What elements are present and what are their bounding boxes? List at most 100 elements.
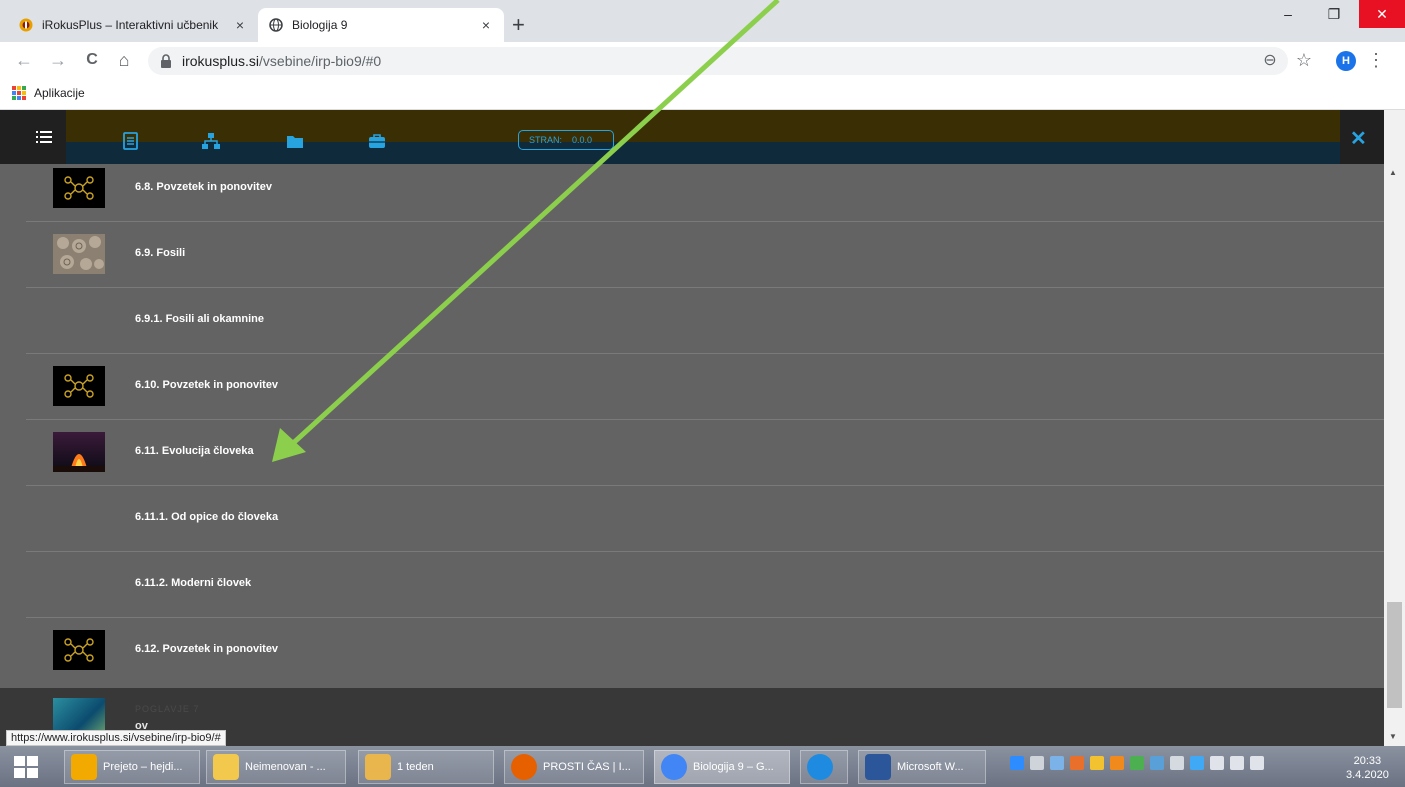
toc-item-label: 6.10. Povzetek in ponovitev <box>135 379 279 391</box>
internet-explorer-icon <box>807 754 833 780</box>
toc-item[interactable]: 6.8. Povzetek in ponovitev <box>26 164 1384 222</box>
monitor-tray-icon[interactable] <box>1170 756 1184 770</box>
app-toolbar: STRAN: 0.0.0 <box>66 110 1340 164</box>
irokus-favicon-icon <box>18 17 34 33</box>
battery-tray-icon[interactable] <box>1210 756 1224 770</box>
tab-biologija-9[interactable]: Biologija 9 × <box>258 8 504 42</box>
security-tray-icon[interactable] <box>1090 756 1104 770</box>
taskbar: Prejeto – hejdi... Neimenovan - ... 1 te… <box>0 746 1405 787</box>
word-icon <box>865 754 891 780</box>
lock-icon <box>161 54 171 68</box>
reload-button[interactable]: C <box>80 48 104 72</box>
app-close-button[interactable]: ✕ <box>1350 126 1367 151</box>
taskbar-item-label: Neimenovan - ... <box>245 761 326 773</box>
window-controls: – ❐ ✕ <box>1265 0 1405 28</box>
volume-tray-icon[interactable] <box>1250 756 1264 770</box>
scroll-down-icon[interactable]: ▼ <box>1389 732 1397 741</box>
forward-button[interactable]: → <box>46 48 70 72</box>
signal-tray-icon[interactable] <box>1230 756 1244 770</box>
page-indicator[interactable]: STRAN: 0.0.0 <box>518 130 614 150</box>
tab-strip: iRokusPlus – Interaktivni učbenik × Biol… <box>0 0 1405 42</box>
toc-item[interactable]: 6.9.1. Fosili ali okamnine <box>26 288 1384 354</box>
toc-item-label: 6.9.1. Fosili ali okamnine <box>135 313 264 325</box>
browser-menu-icon[interactable]: ⋮ <box>1364 48 1388 72</box>
app-tray-icon[interactable] <box>1050 756 1064 770</box>
tab-irokusplus[interactable]: iRokusPlus – Interaktivni učbenik × <box>8 8 258 42</box>
clipboard-tray-icon[interactable] <box>1030 756 1044 770</box>
toc-item[interactable]: 6.11.2. Moderni človek <box>26 552 1384 618</box>
minimize-button[interactable]: – <box>1265 0 1311 28</box>
toc-list: 6.8. Povzetek in ponovitev 6.9. Fosili 6… <box>0 164 1384 746</box>
fossil-thumbnail-icon <box>53 234 105 274</box>
toc-item[interactable]: 6.9. Fosili <box>26 222 1384 288</box>
folder-icon[interactable] <box>286 132 304 150</box>
network-tray-icon[interactable] <box>1190 756 1204 770</box>
menu-list-icon[interactable] <box>36 130 52 144</box>
taskbar-item-outlook[interactable]: Prejeto – hejdi... <box>64 750 200 784</box>
taskbar-item-word[interactable]: Microsoft W... <box>858 750 986 784</box>
url-path: /vsebine/irp-bio9/#0 <box>259 53 382 69</box>
mail-envelope-icon <box>213 754 239 780</box>
profile-avatar[interactable]: H <box>1336 51 1356 71</box>
display-tray-icon[interactable] <box>1150 756 1164 770</box>
bookmark-star-icon[interactable]: ☆ <box>1292 48 1316 72</box>
mindmap-thumbnail-icon <box>53 168 105 208</box>
clock-time: 20:33 <box>1353 755 1382 767</box>
app-header: STRAN: 0.0.0 <box>0 110 1384 164</box>
taskbar-clock[interactable]: 20:33 3.4.2020 <box>1346 754 1389 782</box>
zoom-tray-icon[interactable] <box>1010 756 1024 770</box>
taskbar-item-label: Microsoft W... <box>897 761 964 773</box>
taskbar-item-internet-explorer[interactable] <box>800 750 848 784</box>
toc-item[interactable]: 6.11.1. Od opice do človeka <box>26 486 1384 552</box>
taskbar-item-folder[interactable]: 1 teden <box>358 750 494 784</box>
folder-icon <box>365 754 391 780</box>
toc-item[interactable]: 6.11. Evolucija človeka <box>26 420 1384 486</box>
taskbar-item-firefox[interactable]: PROSTI ČAS | I... <box>504 750 644 784</box>
system-tray <box>1010 756 1264 770</box>
toc-item-label: 6.9. Fosili <box>135 247 186 259</box>
chapter-kicker: POGLAVJE 7 <box>135 704 200 714</box>
gift-tray-icon[interactable] <box>1070 756 1084 770</box>
bookmarks-bar: Aplikacije <box>0 78 1405 110</box>
toc-item[interactable]: 6.10. Povzetek in ponovitev <box>26 354 1384 420</box>
zoom-icon[interactable]: ⊖ <box>1258 48 1282 72</box>
scrollbar-thumb[interactable] <box>1387 602 1402 708</box>
page-indicator-label: STRAN: <box>529 135 563 145</box>
home-button[interactable]: ⌂ <box>112 48 136 72</box>
restore-button[interactable]: ❐ <box>1311 0 1357 28</box>
taskbar-item-label: PROSTI ČAS | I... <box>543 761 631 773</box>
taskbar-item-label: 1 teden <box>397 761 434 773</box>
tab-close-icon[interactable]: × <box>232 17 248 33</box>
taskbar-item-chrome[interactable]: Biologija 9 – G... <box>654 750 790 784</box>
firefox-icon <box>511 754 537 780</box>
page-scrollbar[interactable]: ▲ ▼ <box>1384 110 1405 746</box>
window-close-button[interactable]: ✕ <box>1359 0 1405 28</box>
url-host: irokusplus.si <box>182 53 260 69</box>
bookmark-apps[interactable]: Aplikacije <box>12 86 85 100</box>
address-bar[interactable]: irokusplus.si/vsebine/irp-bio9/#0 <box>148 47 1288 75</box>
tab-title: Biologija 9 <box>292 18 348 32</box>
fire-thumbnail-icon <box>53 432 105 472</box>
status-bar-url: https://www.irokusplus.si/vsebine/irp-bi… <box>6 730 226 746</box>
sitemap-icon[interactable] <box>202 132 220 150</box>
briefcase-icon[interactable] <box>368 132 386 150</box>
nvidia-tray-icon[interactable] <box>1130 756 1144 770</box>
apps-grid-icon <box>12 86 26 100</box>
toc-item-label: 6.12. Povzetek in ponovitev <box>135 643 279 655</box>
taskbar-item-mail[interactable]: Neimenovan - ... <box>206 750 346 784</box>
toc-item-label: 6.8. Povzetek in ponovitev <box>135 181 272 193</box>
taskbar-item-label: Biologija 9 – G... <box>693 761 774 773</box>
office-tray-icon[interactable] <box>1110 756 1124 770</box>
toc-item[interactable]: 6.12. Povzetek in ponovitev <box>26 618 1384 684</box>
back-button[interactable]: ← <box>12 48 36 72</box>
clock-date: 3.4.2020 <box>1346 769 1389 781</box>
browser-toolbar: ← → C ⌂ irokusplus.si/vsebine/irp-bio9/#… <box>0 42 1405 78</box>
tab-title: iRokusPlus – Interaktivni učbenik <box>42 18 219 32</box>
windows-start-icon[interactable] <box>14 756 38 778</box>
new-tab-button[interactable]: + <box>512 12 525 38</box>
document-icon[interactable] <box>122 132 140 150</box>
taskbar-item-label: Prejeto – hejdi... <box>103 761 183 773</box>
scroll-up-icon[interactable]: ▲ <box>1389 168 1397 177</box>
toc-item-label: 6.11. Evolucija človeka <box>135 445 254 457</box>
tab-close-icon[interactable]: × <box>478 17 494 33</box>
